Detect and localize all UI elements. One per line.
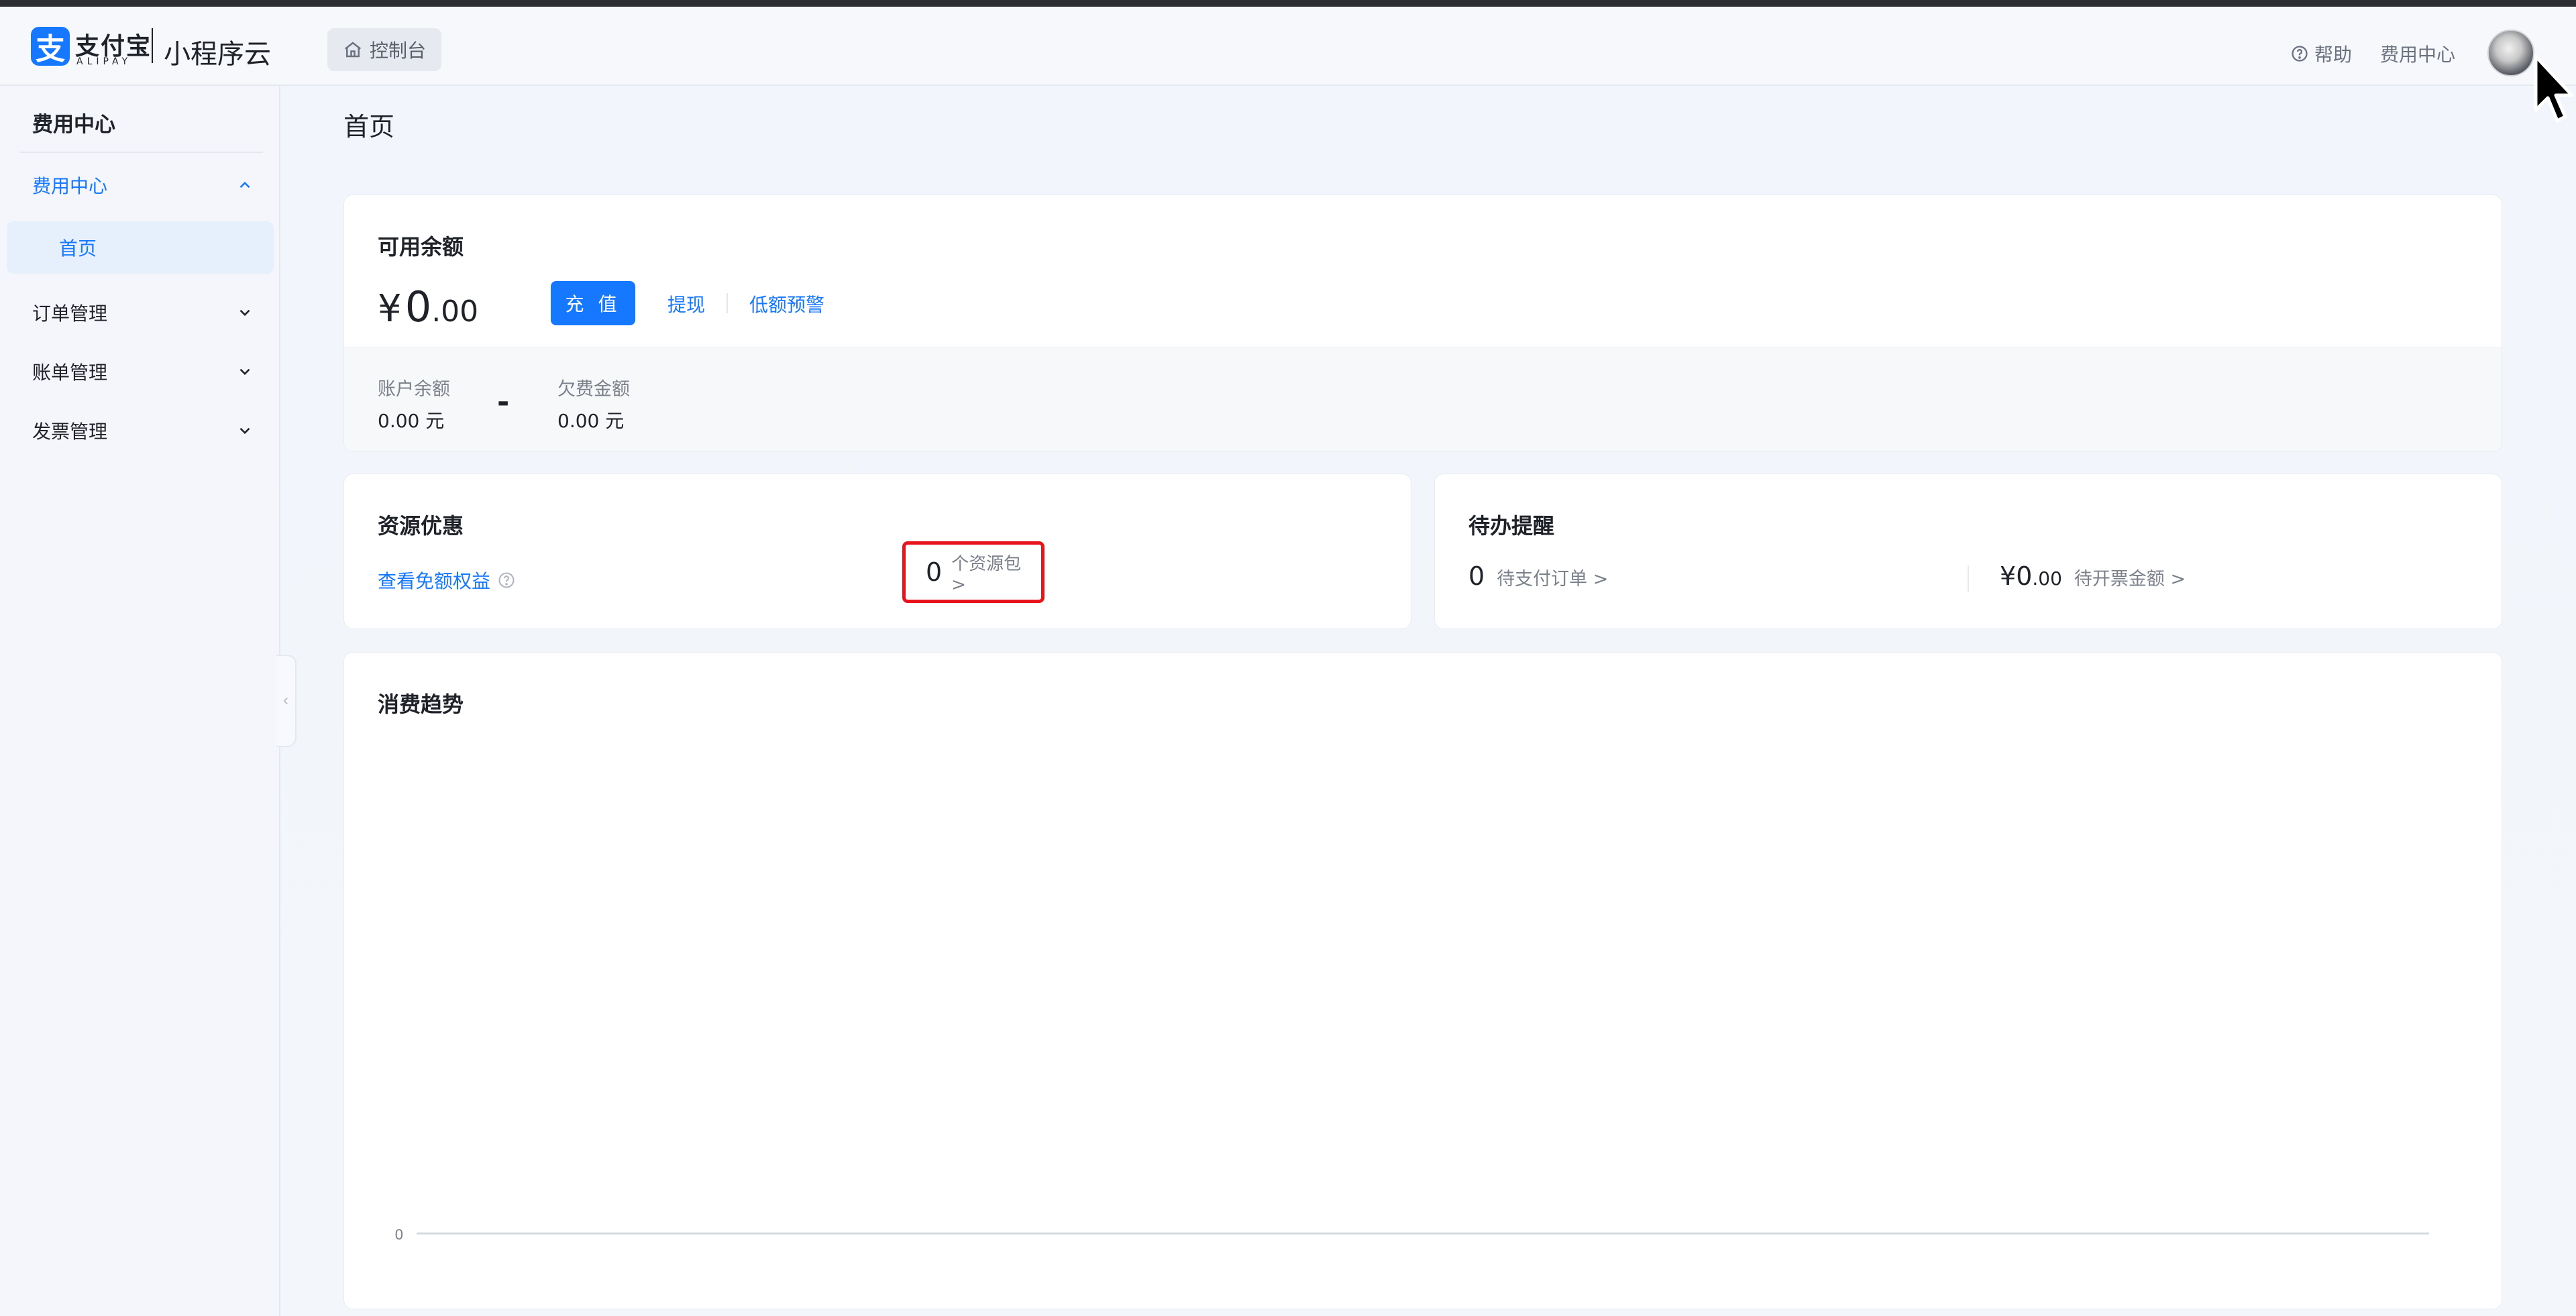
free-quota-link[interactable]: 查看免额权益 <box>378 567 516 594</box>
console-button[interactable]: 控制台 <box>327 28 441 71</box>
fee-center-link[interactable]: 费用中心 <box>2380 40 2455 67</box>
sidebar-group-orders[interactable]: 订单管理 <box>32 299 254 326</box>
help-circle-icon <box>2292 46 2308 62</box>
alipay-logo-icon[interactable]: 支 <box>31 27 70 66</box>
currency-symbol: ¥ <box>378 287 402 331</box>
window-top-strip <box>0 0 2576 7</box>
todo-divider <box>1968 565 1969 592</box>
account-balance-value: 0.00 元 <box>378 410 445 432</box>
link-divider <box>727 293 728 313</box>
chevron-down-icon <box>239 427 250 435</box>
pending-invoice-decimal: .00 <box>2032 567 2062 590</box>
sidebar-divider <box>20 152 263 153</box>
unpaid-orders-link[interactable]: 0 待支付订单 > <box>1468 561 1608 591</box>
sidebar-group-label: 费用中心 <box>32 175 108 197</box>
consumption-trend-chart: 0 <box>395 1226 2429 1243</box>
todo-card-title: 待办提醒 <box>1468 513 1555 539</box>
help-circle-icon[interactable] <box>497 571 516 590</box>
todo-card: 待办提醒 0 待支付订单 > ¥0.00 待开票金额 > <box>1434 474 2502 629</box>
help-link[interactable]: 帮助 <box>2290 40 2352 67</box>
top-header: 支 支付宝 ALIPAY 小程序云 控制台 帮助 费用中心 <box>0 7 2576 86</box>
app-root: 支 支付宝 ALIPAY 小程序云 控制台 帮助 费用中心 费用中心 费用中心 … <box>0 0 2576 1316</box>
sidebar-group-label: 账单管理 <box>32 362 108 384</box>
amount-integer: 0 <box>405 282 432 331</box>
logo-subtext: ALIPAY <box>76 56 132 67</box>
minus-sign: - <box>497 385 510 419</box>
balance-card: 可用余额 ¥ 0.00 充 值 提现 低额预警 账户余额 0.00 元 - 欠费… <box>343 195 2502 452</box>
low-balance-alert-link[interactable]: 低额预警 <box>749 290 824 317</box>
pending-invoice-integer: 0 <box>2016 561 2033 591</box>
account-balance-label: 账户余额 <box>378 379 450 400</box>
chevron-up-icon <box>239 181 250 188</box>
resources-card: 资源优惠 查看免额权益 0 个资源包 > <box>343 474 1411 629</box>
balance-card-title: 可用余额 <box>378 234 464 260</box>
sidebar-group-label: 发票管理 <box>32 421 108 443</box>
amount-decimal: .00 <box>431 294 479 329</box>
sidebar-title: 费用中心 <box>32 113 115 137</box>
sidebar-group-fee-center[interactable]: 费用中心 <box>32 172 254 199</box>
resource-package-count-link[interactable]: 0 个资源包 > <box>902 541 1044 603</box>
pending-invoice-currency: ¥ <box>2000 561 2017 591</box>
sidebar-collapse-handle[interactable] <box>276 655 297 747</box>
sidebar-group-invoices[interactable]: 发票管理 <box>32 417 254 444</box>
help-label: 帮助 <box>2314 44 2353 66</box>
page-title: 首页 <box>343 112 395 142</box>
sidebar: 费用中心 费用中心 首页 订单管理 账单管理 发票管理 <box>0 86 280 1316</box>
consumption-trend-card: 消费趋势 0 <box>343 652 2502 1309</box>
recharge-button[interactable]: 充 值 <box>551 281 635 325</box>
logo-divider <box>152 28 153 63</box>
user-avatar[interactable] <box>2487 30 2534 76</box>
balance-breakdown: 账户余额 0.00 元 - 欠费金额 0.00 元 <box>344 347 2502 451</box>
arrears-value: 0.00 元 <box>557 410 625 432</box>
withdraw-link[interactable]: 提现 <box>667 290 705 317</box>
console-label: 控制台 <box>369 40 426 62</box>
balance-amount: ¥ 0.00 <box>378 282 478 331</box>
free-quota-label: 查看免额权益 <box>378 570 491 592</box>
arrears-label: 欠费金额 <box>557 379 630 400</box>
unpaid-orders-label: 待支付订单 > <box>1497 569 1609 590</box>
chart-y-tick-label: 0 <box>395 1226 403 1243</box>
resource-package-count: 0 <box>926 557 943 587</box>
home-icon <box>344 42 362 58</box>
chevron-down-icon <box>239 309 250 317</box>
resource-package-label: 个资源包 > <box>951 553 1022 595</box>
pending-invoice-amount: ¥0.00 <box>2000 561 2062 591</box>
unpaid-orders-count: 0 <box>1468 561 1485 591</box>
pending-invoice-link[interactable]: ¥0.00 待开票金额 > <box>2000 561 2186 591</box>
chevron-left-icon <box>283 697 288 705</box>
resources-card-title: 资源优惠 <box>378 513 464 539</box>
product-name: 小程序云 <box>164 39 271 70</box>
sidebar-item-label: 首页 <box>59 237 97 260</box>
sidebar-group-label: 订单管理 <box>32 303 108 325</box>
mouse-cursor-icon <box>2534 54 2573 123</box>
sidebar-item-home[interactable]: 首页 <box>7 221 274 274</box>
chevron-down-icon <box>239 368 250 376</box>
pending-invoice-label: 待开票金额 > <box>2074 569 2186 590</box>
sidebar-group-bills[interactable]: 账单管理 <box>32 358 254 385</box>
